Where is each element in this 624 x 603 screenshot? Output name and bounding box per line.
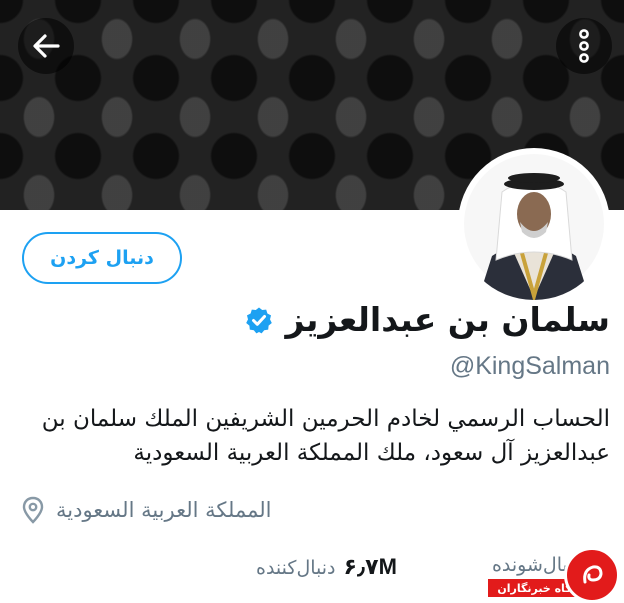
verified-badge-icon <box>246 307 273 333</box>
profile-location: المملكة العربية السعودية <box>22 496 271 524</box>
more-options-button[interactable] <box>556 18 612 74</box>
followers-value: ۶٫۷M <box>343 554 397 579</box>
arrow-left-icon <box>33 34 60 58</box>
watermark-emblem-icon <box>564 547 620 603</box>
profile-avatar[interactable] <box>458 148 610 300</box>
watermark-logo: باشگاه خبرنگاران <box>488 545 624 603</box>
profile-name: سلمان بن عبدالعزيز <box>285 300 610 339</box>
followers-count[interactable]: ۶٫۷M دنبال‌کننده <box>256 554 397 580</box>
location-pin-icon <box>22 496 44 524</box>
back-button[interactable] <box>18 18 74 74</box>
follow-button[interactable]: دنبال کردن <box>22 232 182 284</box>
profile-bio: الحساب الرسمي لخادم الحرمين الشريفين الم… <box>41 406 610 466</box>
location-text: المملكة العربية السعودية <box>56 498 272 522</box>
profile-name-row: سلمان بن عبدالعزيز <box>245 300 610 339</box>
avatar-photo <box>464 154 604 300</box>
follow-button-label: دنبال کردن <box>50 247 154 269</box>
more-vertical-icon <box>579 29 589 63</box>
profile-handle: @KingSalman <box>449 352 610 380</box>
followers-label: دنبال‌کننده <box>256 557 336 579</box>
